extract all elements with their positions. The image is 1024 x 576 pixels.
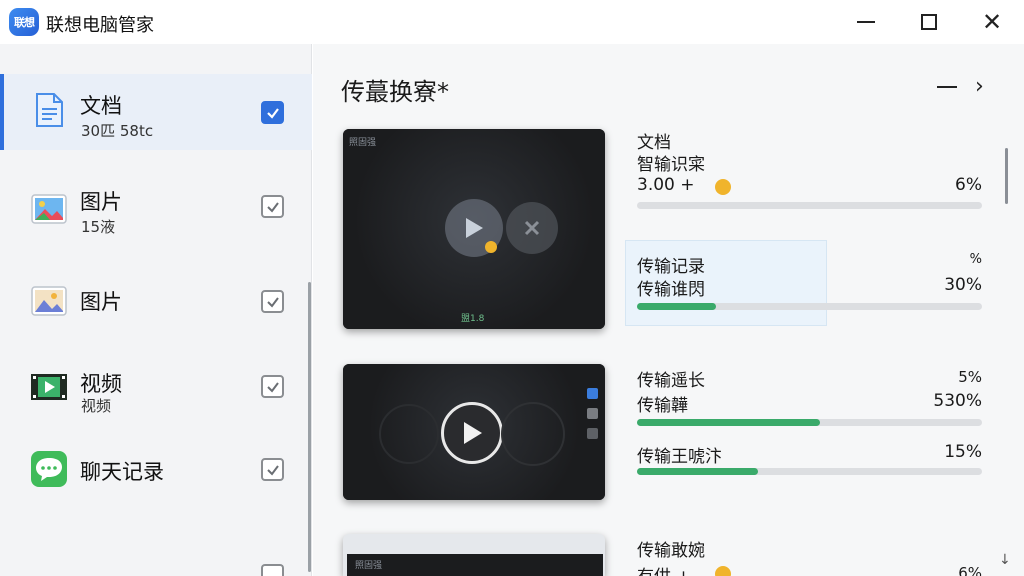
sidebar-scrollbar[interactable]	[308, 282, 311, 572]
play-icon	[466, 218, 483, 238]
row-line-2: 有供 +	[637, 562, 691, 576]
row-percent: 530%	[933, 391, 982, 411]
row-percent: 6%	[958, 564, 982, 576]
checkmark-icon	[266, 201, 279, 213]
document-icon	[36, 93, 63, 127]
partial-checkbox[interactable]	[261, 564, 284, 576]
app-title: 联想电脑管家	[46, 15, 154, 36]
progress-track	[637, 202, 982, 209]
sidebar-item-label: 图片	[80, 290, 122, 314]
progress-fill	[637, 468, 758, 475]
minimize-icon	[857, 21, 875, 23]
row-percent: 15%	[944, 442, 982, 462]
status-dot-icon	[715, 566, 731, 576]
side-toolbar-icon[interactable]	[587, 408, 598, 419]
main-panel: 传蕞换寮* › 照固强 盟1.8 照固强 文档 智输识寀 3.00 + 6% 传…	[313, 44, 1024, 576]
image-icon	[31, 194, 67, 224]
close-circle-icon	[524, 220, 540, 236]
transfer-row-4[interactable]: 传输王唬汴 15%	[637, 442, 982, 478]
close-button[interactable]: ✕	[972, 8, 1012, 36]
sidebar-item-chat[interactable]: 聊天记录	[0, 432, 312, 508]
transfer-row-5[interactable]: 传输敢婉 有供 + 6%	[637, 536, 982, 576]
title-bar: 联想 联想电脑管家 ✕	[0, 0, 1024, 44]
sidebar-item-label: 聊天记录	[80, 460, 164, 484]
row-line-1: 传输敢婉	[637, 541, 705, 561]
sidebar-item-pictures[interactable]: 图片 15液	[0, 168, 312, 244]
row-line-1: 传输遥长	[637, 371, 705, 391]
row-line-2: 传输谁閃	[637, 280, 705, 300]
progress-fill	[637, 419, 820, 426]
sidebar-item-sub: 15液	[81, 218, 116, 236]
checkmark-icon	[266, 107, 279, 119]
decor-circle	[501, 402, 565, 466]
checkmark-icon	[266, 381, 279, 393]
maximize-icon	[921, 14, 937, 30]
sidebar-item-label: 视频	[80, 372, 122, 396]
scroll-down-icon[interactable]: ↓	[999, 552, 1011, 568]
thumbnail-title: 照固强	[349, 138, 377, 148]
sidebar: 文档 30匹 58tc 图片 15液 图片 视频 视频 聊天记录	[0, 44, 312, 576]
video-thumbnail-3[interactable]: 照固强	[343, 534, 605, 576]
thumbnail-footer: 盟1.8	[461, 314, 485, 324]
checkmark-icon	[266, 464, 279, 476]
skip-button[interactable]	[506, 202, 558, 254]
sidebar-item-sub: 视频	[81, 397, 112, 415]
thumbnail-strip	[347, 554, 603, 576]
chevron-right-icon[interactable]: ›	[975, 74, 984, 99]
close-icon: ✕	[981, 8, 1003, 36]
row-line-2: 智输识寀	[637, 155, 705, 175]
progress-track	[637, 419, 982, 426]
row-line-1: 传输记录	[637, 257, 705, 277]
status-dot-icon	[715, 179, 731, 195]
sidebar-item-documents[interactable]: 文档 30匹 58tc	[0, 74, 312, 150]
status-dot-icon	[485, 241, 497, 253]
sidebar-item-pictures-2[interactable]: 图片	[0, 264, 312, 340]
transfer-row-3[interactable]: 传输遥长 5% 传输韡 530%	[637, 366, 982, 430]
documents-checkbox[interactable]	[261, 101, 284, 124]
progress-track	[637, 468, 982, 475]
side-toolbar-icon[interactable]	[587, 428, 598, 439]
sidebar-item-videos[interactable]: 视频 视频	[0, 348, 312, 424]
main-scrollbar[interactable]	[1005, 148, 1008, 204]
chat-icon	[31, 451, 67, 487]
page-title: 传蕞换寮*	[341, 78, 449, 106]
video-thumbnail-1[interactable]: 照固强 盟1.8	[343, 129, 605, 329]
collapse-button[interactable]	[937, 86, 957, 88]
row-percent: 6%	[955, 175, 982, 195]
play-button[interactable]	[441, 402, 503, 464]
row-line-2: 传输韡	[637, 396, 688, 416]
row-percent-top: 5%	[958, 368, 982, 386]
play-icon	[464, 422, 482, 444]
minimize-button[interactable]	[846, 8, 886, 36]
sidebar-item-label: 图片	[80, 190, 122, 214]
videos-checkbox[interactable]	[261, 375, 284, 398]
pictures-2-checkbox[interactable]	[261, 290, 284, 313]
video-icon	[31, 374, 67, 400]
pictures-checkbox[interactable]	[261, 195, 284, 218]
sidebar-item-sub: 30匹 58tc	[81, 122, 154, 140]
progress-track	[637, 303, 982, 310]
checkmark-icon	[266, 296, 279, 308]
row-line-1: 传输王唬汴	[637, 447, 722, 467]
app-logo: 联想	[9, 8, 39, 36]
side-toolbar-icon[interactable]	[587, 388, 598, 399]
maximize-button[interactable]	[909, 8, 949, 36]
progress-fill	[637, 303, 717, 310]
sidebar-item-label: 文档	[80, 94, 122, 118]
row-percent-top: %	[969, 252, 982, 267]
chat-checkbox[interactable]	[261, 458, 284, 481]
transfer-row-2[interactable]: 传输记录 % 传输谁閃 30%	[637, 252, 982, 312]
transfer-row-1[interactable]: 文档 智输识寀 3.00 + 6%	[637, 128, 982, 218]
row-line-3: 3.00 +	[637, 175, 695, 195]
image-icon	[31, 286, 67, 316]
video-thumbnail-2[interactable]	[343, 364, 605, 500]
thumbnail-title: 照固强	[355, 561, 383, 571]
decor-circle	[379, 404, 439, 464]
row-percent: 30%	[944, 275, 982, 295]
